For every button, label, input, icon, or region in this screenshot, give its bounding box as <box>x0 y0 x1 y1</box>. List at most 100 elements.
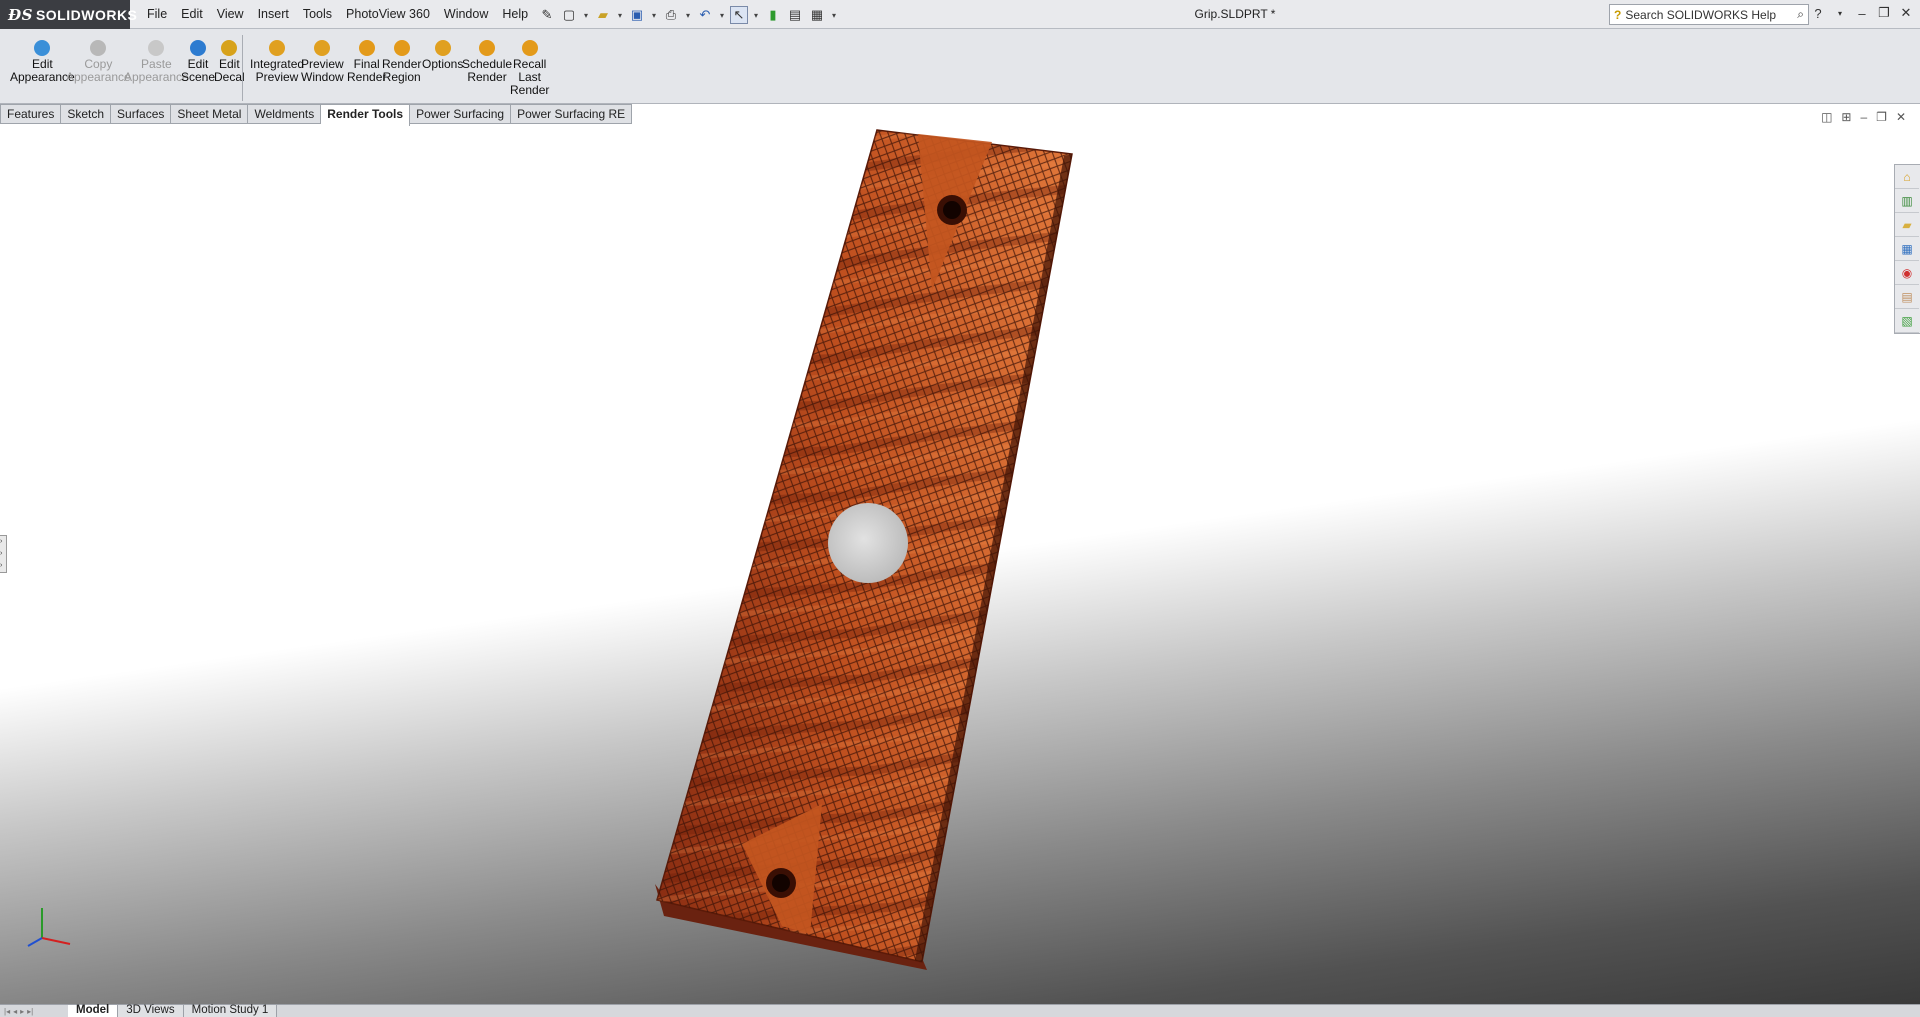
viewport-restore-icon[interactable]: ❐ <box>1876 110 1887 124</box>
open-folder-icon[interactable]: ▰ <box>594 6 612 24</box>
view-palette-icon[interactable]: ▦ <box>1895 237 1919 261</box>
prev-tab-icon[interactable]: ◂ <box>13 1007 17 1016</box>
search-input[interactable]: Search SOLIDWORKS Help <box>1625 8 1776 22</box>
tab-power-surfacing-re[interactable]: Power Surfacing RE <box>511 104 633 124</box>
options-gear-icon[interactable]: ▦ <box>808 6 826 24</box>
options-dropdown-icon[interactable]: ▾ <box>830 11 838 20</box>
save-icon[interactable]: ▣ <box>628 6 646 24</box>
command-manager: Edit Appearance Copy Appearance Paste Appeara… <box>0 29 1920 104</box>
tab-surfaces[interactable]: Surfaces <box>111 104 172 124</box>
cmd-recall-render-button[interactable]: Recall Last Render <box>510 40 549 97</box>
reference-triad <box>22 902 76 955</box>
last-tab-icon[interactable]: ▸| <box>27 1007 33 1016</box>
custom-properties-icon[interactable]: ▤ <box>1895 285 1919 309</box>
cmd-render-region-button[interactable]: Render Region <box>382 40 421 84</box>
cmd-label: Preview <box>255 70 299 84</box>
file-properties-icon[interactable]: ▤ <box>786 6 804 24</box>
cmd-decal-button[interactable]: Edit Decal <box>214 40 245 84</box>
menu-tools[interactable]: Tools <box>296 0 339 29</box>
bottom-tab-motion-study-1[interactable]: Motion Study 1 <box>183 1004 278 1017</box>
menu-window[interactable]: Window <box>437 0 495 29</box>
help-icon: ? <box>1614 7 1622 22</box>
feature-manager-expand-handle[interactable]: › › › <box>0 535 7 573</box>
help-dropdown-icon[interactable]: ▾ <box>1832 4 1848 22</box>
options-icon <box>434 40 451 56</box>
graphics-area[interactable] <box>0 104 1920 1004</box>
tab-sheet-metal[interactable]: Sheet Metal <box>171 104 249 124</box>
cmd-label: Appearance <box>66 70 131 84</box>
new-dropdown-icon[interactable]: ▾ <box>582 11 590 20</box>
search-help-box[interactable]: ? Search SOLIDWORKS Help ⌕ <box>1609 4 1809 25</box>
menu-file[interactable]: File <box>140 0 174 29</box>
menu-help[interactable]: Help <box>495 0 535 29</box>
cmd-preview-window-button[interactable]: Preview Window <box>301 40 344 84</box>
close-icon[interactable]: ✕ <box>1898 4 1914 22</box>
grip-part[interactable] <box>655 129 1073 970</box>
home-icon[interactable]: ⌂ <box>1895 165 1919 189</box>
tab-sketch[interactable]: Sketch <box>61 104 112 124</box>
title-bar: ƉS SOLIDWORKS File Edit View Insert Tool… <box>0 0 1920 29</box>
design-library-icon[interactable]: ▥ <box>1895 189 1919 213</box>
first-tab-icon[interactable]: |◂ <box>4 1007 10 1016</box>
undo-dropdown-icon[interactable]: ▾ <box>718 11 726 20</box>
select-dropdown-icon[interactable]: ▾ <box>752 11 760 20</box>
axis-triad-icon <box>27 908 71 947</box>
restore-icon[interactable]: ❐ <box>1876 4 1892 22</box>
view-layout-icon[interactable]: ⊞ <box>1841 110 1851 124</box>
preview-window-icon <box>314 40 331 56</box>
cmd-schedule-render-button[interactable]: Schedule Render <box>462 40 512 84</box>
help-menu-icon[interactable]: ? <box>1810 4 1826 22</box>
minimize-icon[interactable]: – <box>1854 4 1870 22</box>
document-title: Grip.SLDPRT * <box>1194 7 1276 21</box>
tab-power-surfacing[interactable]: Power Surfacing <box>410 104 512 124</box>
tab-weldments[interactable]: Weldments <box>248 104 322 124</box>
menu-photoview[interactable]: PhotoView 360 <box>339 0 437 29</box>
new-document-icon[interactable]: ▢ <box>560 6 578 24</box>
tab-features[interactable]: Features <box>0 104 62 124</box>
bottom-tab-model[interactable]: Model <box>68 1004 119 1017</box>
tab-render-tools[interactable]: Render Tools <box>321 104 411 126</box>
viewport-minimize-icon[interactable]: – <box>1860 110 1867 124</box>
cmd-paste-appearance-button[interactable]: Paste Appearance <box>124 40 189 84</box>
save-dropdown-icon[interactable]: ▾ <box>650 11 658 20</box>
decal-icon <box>221 40 238 56</box>
cmd-options-button[interactable]: Options <box>422 40 463 71</box>
cmd-label: Appearance <box>124 70 189 84</box>
pin-icon[interactable]: ✎ <box>538 6 556 24</box>
cmd-label: Appearance <box>10 70 75 84</box>
menu-view[interactable]: View <box>210 0 251 29</box>
appearances-icon[interactable]: ◉ <box>1895 261 1919 285</box>
bottom-tab-bar: |◂ ◂ ▸ ▸| Model 3D Views Motion Study 1 <box>0 1004 1920 1017</box>
open-dropdown-icon[interactable]: ▾ <box>616 11 624 20</box>
quick-access-toolbar: ✎ ▢ ▾ ▰ ▾ ▣ ▾ ⎙ ▾ ↶ ▾ ↖ ▾ ▮ ▤ ▦ ▾ <box>538 4 838 26</box>
next-tab-icon[interactable]: ▸ <box>20 1007 24 1016</box>
print-icon[interactable]: ⎙ <box>662 6 680 24</box>
menu-insert[interactable]: Insert <box>251 0 296 29</box>
cmd-label: Window <box>301 70 344 84</box>
cmd-copy-appearance-button[interactable]: Copy Appearance <box>66 40 131 84</box>
tab-scroll-arrows[interactable]: |◂ ◂ ▸ ▸| <box>0 1005 68 1017</box>
viewport-controls: ◫ ⊞ – ❐ ✕ <box>1821 110 1906 124</box>
select-arrow-icon[interactable]: ↖ <box>730 6 748 24</box>
model-view[interactable] <box>0 104 1920 1004</box>
cmd-scene-button[interactable]: Edit Scene <box>181 40 215 84</box>
search-icon[interactable]: ⌕ <box>1797 7 1804 22</box>
forum-icon[interactable]: ▧ <box>1895 309 1919 333</box>
bottom-tab-3d-views[interactable]: 3D Views <box>118 1004 184 1017</box>
cmd-label: Render <box>347 70 387 84</box>
solidworks-logo[interactable]: ƉS SOLIDWORKS <box>0 0 137 29</box>
menu-edit[interactable]: Edit <box>174 0 210 29</box>
cmd-label: Options <box>422 57 464 71</box>
appearance-icon <box>34 40 51 56</box>
split-view-icon[interactable]: ◫ <box>1821 110 1832 124</box>
viewport-close-icon[interactable]: ✕ <box>1896 110 1906 124</box>
rebuild-icon[interactable]: ▮ <box>764 6 782 24</box>
file-explorer-icon[interactable]: ▰ <box>1895 213 1919 237</box>
undo-icon[interactable]: ↶ <box>696 6 714 24</box>
cmd-integrated-preview-button[interactable]: Integrated Preview <box>250 40 304 84</box>
cmd-final-render-button[interactable]: Final Render <box>347 40 386 84</box>
cmd-appearance-button[interactable]: Edit Appearance <box>10 40 75 84</box>
print-dropdown-icon[interactable]: ▾ <box>684 11 692 20</box>
final-render-icon <box>358 40 375 56</box>
ds-logo-icon: ƉS <box>8 5 33 24</box>
